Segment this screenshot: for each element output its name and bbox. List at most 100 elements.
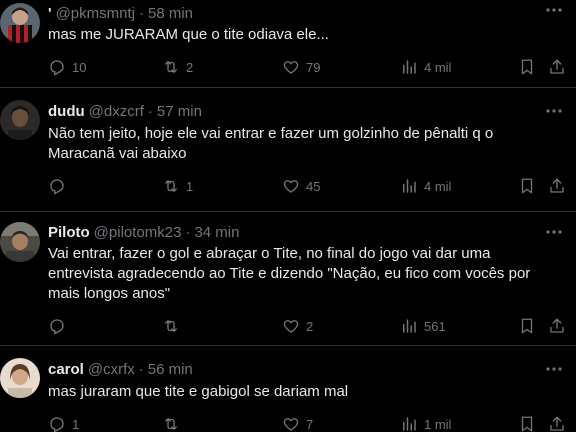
post-time[interactable]: 58 min (148, 5, 193, 22)
views-count: 1 mil (424, 416, 452, 432)
post[interactable]: dudu @dxzcrf · 57 min Não tem jeito, hoj… (0, 88, 576, 212)
post-text: mas me JURARAM que o tite odiava ele... (48, 25, 556, 45)
reply-icon (50, 179, 64, 195)
post-text: mas juraram que tite e gabigol se dariam… (48, 382, 556, 402)
reply-icon (50, 60, 64, 76)
repost-icon (165, 418, 177, 430)
avatar[interactable] (0, 100, 40, 140)
avatar[interactable] (0, 358, 40, 398)
author-handle[interactable]: @dxzcrf (89, 103, 144, 120)
views-icon (403, 179, 416, 193)
share-button[interactable] (548, 414, 566, 432)
like-button[interactable]: 2 (282, 316, 313, 336)
reply-icon (50, 417, 64, 432)
views-icon (403, 417, 416, 431)
avatar[interactable] (0, 3, 40, 43)
like-count: 7 (306, 416, 314, 432)
author-handle[interactable]: @cxrfx (88, 361, 135, 378)
post-text-line: mas juraram que tite e gabigol se dariam… (48, 383, 349, 400)
action-bar: 1 45 4 mil (48, 176, 576, 196)
action-bar: 10 2 79 4 mil (48, 57, 576, 77)
bookmark-icon (521, 318, 533, 334)
like-count: 79 (306, 59, 321, 75)
bookmark-button[interactable] (518, 176, 536, 196)
like-button[interactable]: 7 (282, 414, 313, 432)
repost-button[interactable] (162, 414, 186, 432)
repost-button[interactable] (162, 316, 186, 336)
views-button[interactable]: 4 mil (400, 57, 451, 77)
share-button[interactable] (548, 57, 566, 77)
views-icon (403, 319, 416, 333)
repost-count: 2 (186, 59, 194, 75)
author-name[interactable]: ' (48, 5, 52, 22)
repost-icon (165, 320, 177, 332)
post[interactable]: carol @cxrfx · 56 min mas juraram que ti… (0, 346, 576, 432)
post[interactable]: Piloto @pilotomk23 · 34 min Vai entrar, … (0, 212, 576, 346)
reply-count: 10 (72, 59, 87, 75)
bookmark-icon (521, 59, 533, 75)
views-count: 561 (424, 318, 446, 334)
like-icon (283, 180, 299, 193)
reply-button[interactable]: 1 (48, 414, 79, 432)
like-count: 45 (306, 178, 321, 194)
like-icon (283, 61, 299, 74)
reply-count: 1 (72, 416, 80, 432)
repost-button[interactable]: 2 (162, 57, 193, 77)
separator-dot: · (147, 102, 153, 120)
post-text: Vai entrar, fazer o gol e abraçar o Tite… (48, 244, 556, 304)
repost-icon (165, 61, 177, 73)
post-text-line: mais longos anos" (48, 285, 171, 302)
author-handle[interactable]: @pkmsmntj (56, 5, 135, 22)
repost-count: 1 (186, 178, 194, 194)
share-button[interactable] (548, 176, 566, 196)
share-icon (550, 318, 564, 333)
reply-feed: ' @pkmsmntj · 58 min mas me JURARAM que … (0, 0, 576, 432)
more-icon[interactable] (544, 224, 564, 240)
author-name[interactable]: Piloto (48, 224, 90, 241)
reply-button[interactable] (48, 176, 72, 196)
avatar[interactable] (0, 222, 40, 262)
share-button[interactable] (548, 316, 566, 336)
author-name[interactable]: dudu (48, 103, 85, 120)
separator-dot: · (138, 360, 144, 378)
separator-dot: · (138, 4, 144, 22)
views-count: 4 mil (424, 59, 452, 75)
repost-button[interactable]: 1 (162, 176, 193, 196)
views-button[interactable]: 4 mil (400, 176, 451, 196)
more-icon[interactable] (544, 2, 564, 18)
action-bar: 2 561 (48, 316, 576, 336)
bookmark-button[interactable] (518, 57, 536, 77)
repost-icon (165, 180, 177, 192)
separator-dot: · (185, 223, 191, 241)
reply-icon (50, 319, 64, 335)
views-count: 4 mil (424, 178, 452, 194)
views-icon (403, 60, 416, 74)
like-icon (283, 320, 299, 333)
post-time[interactable]: 34 min (194, 224, 239, 241)
reply-button[interactable]: 10 (48, 57, 86, 77)
author-name[interactable]: carol (48, 361, 84, 378)
more-icon[interactable] (544, 361, 564, 377)
bookmark-button[interactable] (518, 316, 536, 336)
author-handle[interactable]: @pilotomk23 (94, 224, 182, 241)
post[interactable]: ' @pkmsmntj · 58 min mas me JURARAM que … (0, 0, 576, 88)
like-button[interactable]: 45 (282, 176, 320, 196)
views-button[interactable]: 561 (400, 316, 446, 336)
bookmark-icon (521, 178, 533, 194)
post-text: Não tem jeito, hoje ele vai entrar e faz… (48, 124, 556, 164)
post-time[interactable]: 56 min (148, 361, 193, 378)
action-bar: 1 7 1 mil (48, 414, 576, 432)
bookmark-button[interactable] (518, 414, 536, 432)
bookmark-icon (521, 416, 533, 432)
like-icon (283, 418, 299, 431)
reply-button[interactable] (48, 316, 72, 336)
share-icon (550, 59, 564, 74)
post-text-line: Maracanã vai abaixo (48, 145, 187, 162)
more-icon[interactable] (544, 103, 564, 119)
views-button[interactable]: 1 mil (400, 414, 451, 432)
like-button[interactable]: 79 (282, 57, 320, 77)
share-icon (550, 178, 564, 193)
like-count: 2 (306, 318, 314, 334)
post-text-line: Não tem jeito, hoje ele vai entrar e faz… (48, 125, 494, 142)
post-time[interactable]: 57 min (157, 103, 202, 120)
